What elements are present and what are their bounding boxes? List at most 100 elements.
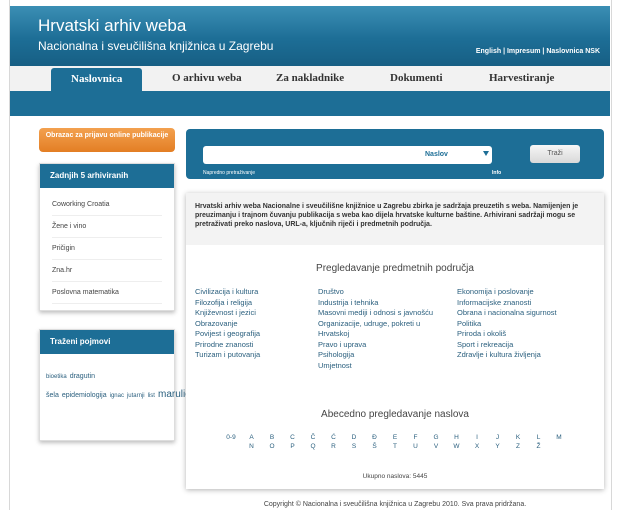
subject-link[interactable]: Pravo i uprava [318,340,453,351]
alpha-letter-link[interactable]: K [508,434,529,441]
tag-link[interactable]: bioetika [46,374,67,380]
subject-link[interactable]: Obrana i nacionalna sigurnost [457,308,597,319]
recent-archived-box: Zadnjih 5 arhiviranih Coworking Croatia … [39,163,175,311]
alpha-letter-link[interactable]: Ć [323,434,344,441]
site-title: Hrvatski arhiv weba [38,16,187,35]
subject-link[interactable]: Turizam i putovanja [195,350,310,361]
alpha-letter-link[interactable]: J [487,434,508,441]
alpha-letter-link[interactable]: Q [303,443,324,450]
total-titles: Ukupno naslova: 5445 [362,473,428,480]
recent-item[interactable]: Pričigin [52,238,162,260]
subject-link[interactable]: Umjetnost [318,361,453,372]
recent-item[interactable]: Coworking Croatia [52,194,162,216]
recent-item[interactable]: Zna.hr [52,260,162,282]
alpha-letter-link[interactable]: V [426,443,447,450]
alpha-letter-link[interactable]: W [446,443,467,450]
alpha-letter-link[interactable]: L [528,434,549,441]
recent-archived-title: Zadnjih 5 arhiviranih [40,164,174,188]
link-english[interactable]: English [476,48,501,55]
alpha-letter-link[interactable]: U [405,443,426,450]
alpha-letter-link[interactable]: N [241,443,262,450]
alpha-row-1: 0-9 A B C Č Ć D Đ E F G H I J K L M [186,434,604,441]
subject-link[interactable]: Informacijske znanosti [457,298,597,309]
register-publication-button[interactable]: Obrazac za prijavu online publikacije [39,128,175,152]
alpha-letter-link[interactable]: B [262,434,283,441]
intro-text: Hrvatski arhiv weba Nacionalne i sveučil… [186,193,604,245]
subject-link[interactable]: Obrazovanje [195,319,310,330]
subjects-column-2: Društvo Industrija i tehnika Masovni medij… [318,287,453,371]
subject-link[interactable]: Politika [457,319,597,330]
tag-cloud: bioetika dragutin šela epidemiologija ignac… [40,354,337,404]
footer-copyright: Copyright © Nacionalna i sveučilišna knj… [263,501,527,508]
subject-link[interactable]: Prirodne znanosti [195,340,310,351]
alpha-letter-link[interactable]: 0-9 [221,434,242,441]
recent-item[interactable]: Poslovna matematika [52,282,162,304]
alpha-letter-link[interactable]: Đ [364,434,385,441]
alpha-letter-link[interactable]: H [446,434,467,441]
tag-link[interactable]: epidemiologija [62,392,107,399]
recent-archived-list: Coworking Croatia Žene i vino Pričigin Z… [40,188,174,310]
tag-link[interactable]: jutarnji [127,393,145,399]
search-input[interactable] [203,146,423,164]
tab-naslovnica[interactable]: Naslovnica [51,68,143,91]
alpha-letter-link[interactable]: G [426,434,447,441]
subjects-title: Pregledavanje predmetnih područja [316,263,474,274]
nav-band [10,94,610,116]
alpha-letter-link[interactable]: I [467,434,488,441]
alpha-letter-link[interactable]: Š [364,443,385,450]
alpha-letter-link[interactable]: R [323,443,344,450]
subject-link[interactable]: Psihologija [318,350,453,361]
searched-terms-box: Traženi pojmovi bioetika dragutin šela epi… [39,329,337,441]
subjects-column-1: Civilizacija i kultura Filozofija i relig… [195,287,310,361]
tab-za-nakladnike[interactable]: Za nakladnike [276,72,344,84]
subject-link[interactable]: Povijest i geografija [195,329,310,340]
tag-link[interactable]: list [148,393,155,399]
tag-link[interactable]: ignac [110,393,124,399]
subject-link[interactable]: Sport i rekreacija [457,340,597,351]
subject-link[interactable]: Zdravlje i kultura življenja [457,350,597,361]
info-link[interactable]: Info [492,170,501,176]
alpha-letter-link[interactable]: Y [487,443,508,450]
subject-link[interactable]: Organizacije, udruge, pokreti u Hrvatsko… [318,319,453,340]
alpha-letter-link[interactable]: Č [303,434,324,441]
searched-terms-title: Traženi pojmovi [40,330,174,354]
alpha-letter-link[interactable]: D [344,434,365,441]
alpha-letter-link[interactable]: O [262,443,283,450]
search-button[interactable]: Traži [530,145,580,163]
alpha-letter-link[interactable]: Z [508,443,529,450]
search-panel: Naslov Traži Napredno pretraživanje Info [186,129,604,179]
chevron-down-icon [483,151,489,156]
link-naslovnica-nsk[interactable]: Naslovnica NSK [546,48,600,55]
alpha-row-2: NOPQRSŠTUVWXYZŽ [186,443,604,450]
alpha-letter-link[interactable]: T [385,443,406,450]
alpha-letter-link[interactable]: M [549,434,570,441]
recent-item[interactable]: Žene i vino [52,216,162,238]
alpha-letter-link[interactable]: E [385,434,406,441]
main-content: Hrvatski arhiv weba Nacionalne i sveučil… [186,193,604,489]
subject-link[interactable]: Priroda i okoliš [457,329,597,340]
tab-dokumenti[interactable]: Dokumenti [390,72,443,84]
alpha-letter-link[interactable]: X [467,443,488,450]
subject-link[interactable]: Masovni mediji i odnosi s javnošću [318,308,453,319]
alpha-letter-link[interactable]: A [241,434,262,441]
link-impresum[interactable]: Impresum [507,48,540,55]
search-field-value: Naslov [425,151,448,158]
subject-link[interactable]: Industrija i tehnika [318,298,453,309]
alpha-letter-link[interactable]: C [282,434,303,441]
subject-link[interactable]: Civilizacija i kultura [195,287,310,298]
alpha-letter-link[interactable]: S [344,443,365,450]
subject-link[interactable]: Društvo [318,287,453,298]
search-field-select[interactable]: Naslov [419,146,492,164]
advanced-search-link[interactable]: Napredno pretraživanje [203,170,255,176]
tab-o-arhivu-weba[interactable]: O arhivu weba [172,72,242,84]
site-subtitle: Nacionalna i sveučilišna knjižnica u Zag… [38,39,274,53]
top-links: English | Impresum | Naslovnica NSK [476,48,600,55]
alpha-letter-link[interactable]: Ž [528,443,549,450]
alpha-letter-link[interactable]: F [405,434,426,441]
subject-link[interactable]: Književnost i jezici [195,308,310,319]
site-header: Hrvatski arhiv weba Nacionalna i sveučil… [10,6,610,66]
alpha-letter-link[interactable]: P [282,443,303,450]
subject-link[interactable]: Ekonomija i poslovanje [457,287,597,298]
tab-harvestiranje[interactable]: Harvestiranje [489,72,554,84]
subject-link[interactable]: Filozofija i religija [195,298,310,309]
